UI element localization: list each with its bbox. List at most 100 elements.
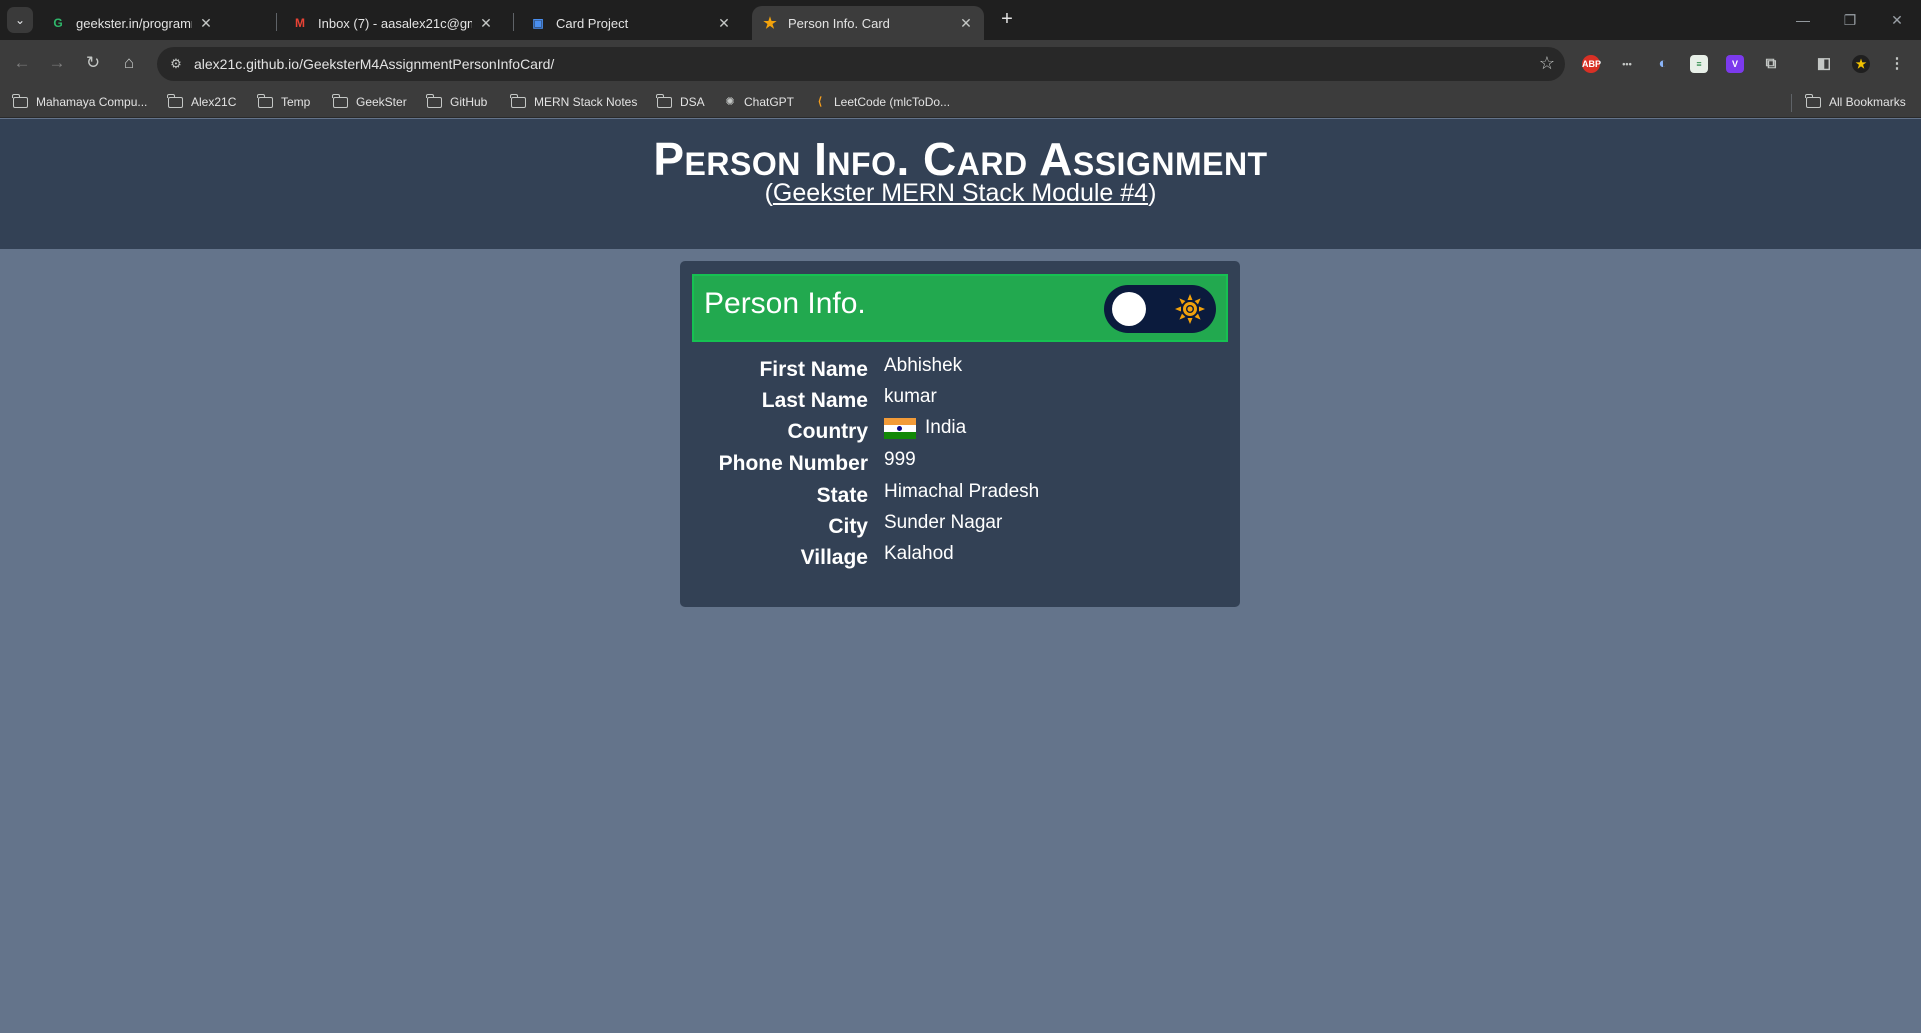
field-phone-number: Phone Number 999 [680, 449, 1240, 479]
new-tab-button[interactable]: + [995, 8, 1019, 32]
bookmark-github[interactable]: GitHub [426, 92, 488, 112]
arrow-right-icon: → [48, 53, 66, 72]
toggle-knob [1112, 292, 1146, 326]
chatgpt-icon: ✺ [725, 96, 735, 108]
folder-icon [656, 93, 672, 108]
sheets-extension-icon[interactable]: ≡ [1690, 55, 1708, 73]
card-project-favicon-icon: ▣ [532, 16, 544, 30]
tab-card-project[interactable]: ▣ Card Project ✕ [520, 6, 742, 40]
side-panel-icon[interactable]: ◧ [1815, 55, 1833, 73]
folder-icon [167, 93, 183, 108]
leetcode-icon: ⟨ [817, 96, 823, 108]
minimize-button[interactable]: — [1788, 8, 1818, 32]
tab-title: Card Project [556, 15, 629, 31]
close-window-button[interactable]: ✕ [1882, 8, 1912, 32]
home-icon: ⌂ [123, 53, 135, 72]
bookmark-mern-stack-notes[interactable]: MERN Stack Notes [510, 92, 638, 112]
url-text[interactable]: alex21c.github.io/GeeksterM4AssignmentPe… [194, 56, 554, 72]
bookmark-dsa[interactable]: DSA [656, 92, 705, 112]
page-subtitle: (Geekster MERN Stack Module #4) [0, 179, 1921, 208]
bookmarks-divider [1791, 94, 1792, 112]
field-value: kumar [884, 386, 937, 407]
india-flag-icon [884, 417, 916, 439]
bookmark-mahamaya[interactable]: Mahamaya Compu... [12, 92, 148, 112]
field-state: State Himachal Pradesh [680, 481, 1240, 511]
bookmark-chatgpt[interactable]: ✺ ChatGPT [723, 92, 794, 112]
folder-icon [1805, 93, 1821, 108]
tab-title: geekster.in/programme/v1/new [76, 15, 192, 31]
bookmark-leetcode[interactable]: ⟨ LeetCode (mlcToDo... [813, 92, 950, 112]
reload-button[interactable]: ↻ [79, 49, 107, 77]
sun-icon [1175, 294, 1205, 324]
field-label: Country [787, 420, 869, 443]
close-icon[interactable]: ✕ [716, 15, 732, 32]
theme-toggle[interactable] [1104, 285, 1216, 333]
geekster-favicon-icon: G [53, 16, 63, 30]
field-label: State [816, 484, 868, 507]
tab-title: Person Info. Card [788, 15, 890, 31]
bookmark-label: MERN Stack Notes [534, 95, 638, 109]
close-icon[interactable]: ✕ [478, 15, 494, 32]
adblock-extension-icon[interactable]: ABP [1582, 55, 1601, 73]
card-header: Person Info. [692, 274, 1228, 342]
address-bar[interactable]: ⚙ alex21c.github.io/GeeksterM4Assignment… [157, 47, 1565, 81]
tab-separator [276, 13, 277, 31]
bookmark-label: GeekSter [356, 95, 407, 109]
bookmark-label: Alex21C [191, 95, 237, 109]
puzzle-extensions-icon[interactable]: ⧉ [1762, 55, 1780, 73]
bookmarks-bar: Mahamaya Compu... Alex21C Temp GeekSter … [0, 86, 1921, 118]
folder-icon [257, 93, 273, 108]
extension-icon[interactable]: ••• [1618, 55, 1636, 73]
tab-person-info-card[interactable]: ★ Person Info. Card ✕ [752, 6, 984, 40]
geekster-module-link[interactable]: Geekster MERN Stack Module #4 [773, 179, 1148, 207]
subtitle-paren: ( [764, 179, 773, 207]
site-settings-icon[interactable]: ⚙ [167, 55, 185, 73]
field-first-name: First Name Abhishek [680, 355, 1240, 385]
card-title: Person Info. [704, 287, 866, 320]
gmail-favicon-icon: M [295, 16, 305, 30]
profile-avatar[interactable]: ★ [1852, 55, 1870, 73]
tab-strip: ⌄ G geekster.in/programme/v1/new ✕ M Inb… [0, 0, 1921, 40]
page-header: Person Info. Card Assignment (Geekster M… [0, 119, 1921, 249]
vimeo-extension-icon[interactable]: V [1726, 55, 1744, 73]
dark-reader-extension-icon[interactable]: ◐ [1654, 55, 1672, 73]
bookmark-label: DSA [680, 95, 705, 109]
bookmark-label: GitHub [450, 95, 488, 109]
bookmark-label: ChatGPT [744, 95, 795, 109]
country-name: India [925, 417, 967, 438]
folder-icon [12, 93, 28, 108]
bookmark-label: Mahamaya Compu... [36, 95, 148, 109]
tab-search-button[interactable]: ⌄ [7, 7, 33, 33]
bookmark-temp[interactable]: Temp [257, 92, 310, 112]
bookmark-label: All Bookmarks [1829, 95, 1906, 109]
reload-icon: ↻ [85, 53, 101, 72]
bookmark-star-icon[interactable]: ☆ [1539, 53, 1555, 74]
close-icon[interactable]: ✕ [198, 15, 214, 32]
home-button[interactable]: ⌂ [115, 49, 143, 77]
field-value: Kalahod [884, 543, 954, 564]
field-value: Abhishek [884, 355, 963, 376]
field-label: Village [800, 546, 868, 569]
bookmark-label: LeetCode (mlcToDo... [834, 95, 951, 109]
field-label: First Name [759, 358, 868, 381]
arrow-left-icon: ← [13, 53, 31, 72]
chevron-down-icon: ⌄ [14, 13, 26, 27]
all-bookmarks-button[interactable]: All Bookmarks [1805, 92, 1906, 112]
back-button[interactable]: ← [8, 49, 36, 77]
bookmark-geekster[interactable]: GeekSter [332, 92, 407, 112]
kebab-menu-icon[interactable]: ⋮ [1888, 55, 1906, 73]
browser-toolbar: ← → ↻ ⌂ ⚙ alex21c.github.io/GeeksterM4As… [0, 40, 1921, 86]
page-title: Person Info. Card Assignment [653, 133, 1268, 185]
bookmark-alex21c[interactable]: Alex21C [167, 92, 237, 112]
field-last-name: Last Name kumar [680, 386, 1240, 416]
field-value: Himachal Pradesh [884, 481, 1040, 502]
tab-gmail[interactable]: M Inbox (7) - aasalex21c@gmail.co ✕ [282, 6, 504, 40]
field-city: City Sunder Nagar [680, 512, 1240, 542]
close-icon[interactable]: ✕ [958, 15, 974, 32]
forward-button[interactable]: → [43, 49, 71, 77]
tab-title: Inbox (7) - aasalex21c@gmail.co [318, 15, 472, 31]
restore-button[interactable]: ❐ [1835, 8, 1865, 32]
field-value: 999 [884, 449, 916, 470]
tab-geekster[interactable]: G geekster.in/programme/v1/new ✕ [40, 6, 224, 40]
field-label: Last Name [761, 389, 868, 412]
